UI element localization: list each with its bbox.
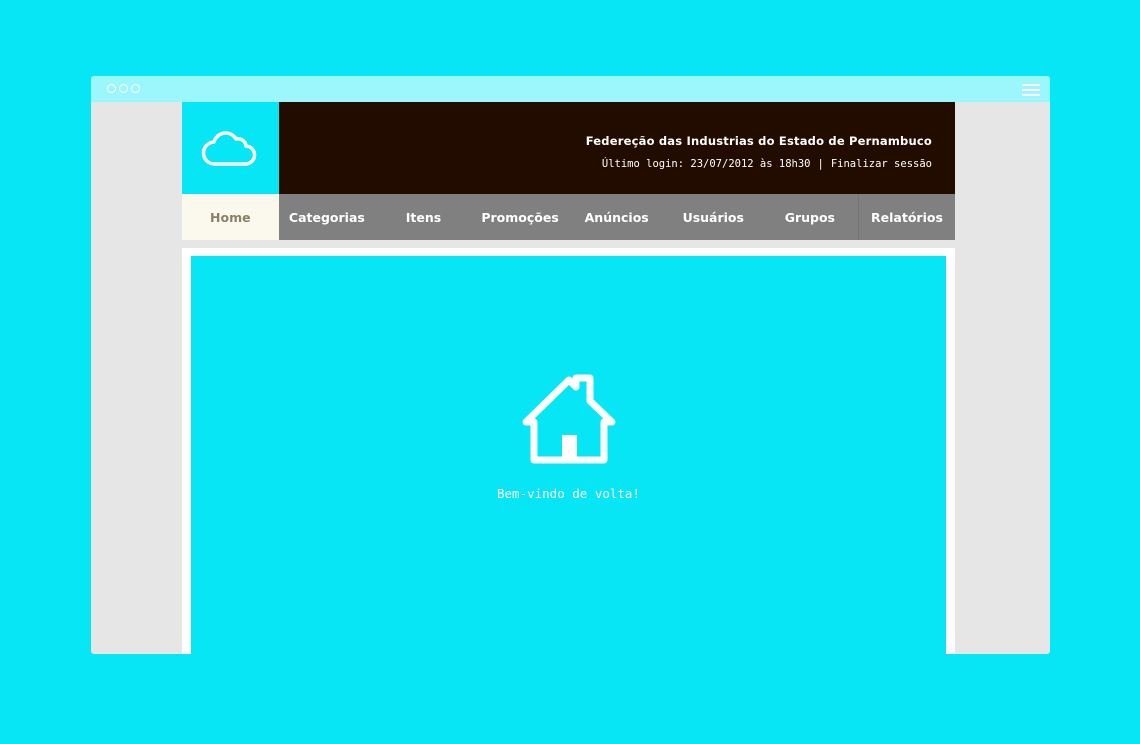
- nav-item-itens[interactable]: Itens: [375, 194, 472, 240]
- nav-item-promocoes[interactable]: Promoções: [472, 194, 569, 240]
- welcome-message: Bem-vindo de volta!: [497, 486, 640, 501]
- app-header: Federeção das Industrias do Estado de Pe…: [279, 102, 955, 194]
- browser-window: Federeção das Industrias do Estado de Pe…: [91, 76, 1050, 654]
- last-login-text: Último login: 23/07/2012 às 18h30: [601, 158, 811, 170]
- nav-item-grupos[interactable]: Grupos: [762, 194, 859, 240]
- cloud-icon: [201, 131, 257, 166]
- logo[interactable]: [182, 102, 279, 194]
- window-maximize-control[interactable]: [131, 84, 140, 93]
- hamburger-icon[interactable]: [1022, 84, 1040, 96]
- window-minimize-control[interactable]: [119, 84, 128, 93]
- window-titlebar: [91, 76, 1050, 102]
- nav-item-usuarios[interactable]: Usuários: [665, 194, 762, 240]
- content-frame: Bem-vindo de volta!: [182, 248, 955, 654]
- session-info: Último login: 23/07/2012 às 18h30 | Fina…: [602, 158, 932, 170]
- main-nav: Home Categorias Itens Promoções Anúncios…: [182, 194, 955, 240]
- app-container: Federeção das Industrias do Estado de Pe…: [182, 102, 955, 654]
- logout-link[interactable]: Finalizar sessão: [831, 158, 932, 170]
- house-icon: [522, 374, 616, 464]
- welcome-panel: Bem-vindo de volta!: [191, 256, 946, 654]
- session-separator: |: [817, 158, 824, 170]
- nav-item-relatorios[interactable]: Relatórios: [858, 194, 955, 240]
- window-close-control[interactable]: [107, 84, 116, 93]
- nav-item-categorias[interactable]: Categorias: [279, 194, 376, 240]
- window-controls: [107, 84, 140, 93]
- nav-item-anuncios[interactable]: Anúncios: [568, 194, 665, 240]
- organization-name: Federeção das Industrias do Estado de Pe…: [585, 134, 932, 148]
- nav-item-home[interactable]: Home: [182, 194, 279, 240]
